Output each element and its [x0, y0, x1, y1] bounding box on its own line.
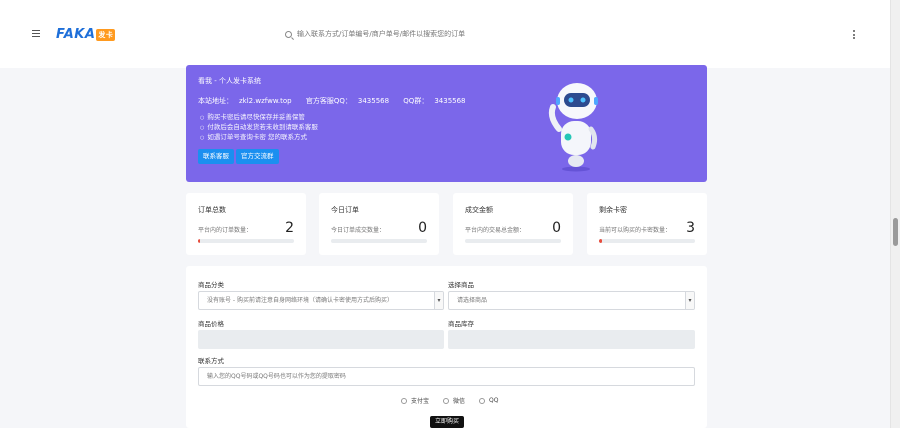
contact-label: 联系方式 [198, 357, 224, 365]
payment-label: 微信 [453, 398, 466, 405]
contact-service-button[interactable]: 联系客服 [198, 149, 234, 164]
stat-desc: 今日订单成交数量： [331, 227, 386, 234]
stat-card-revenue: 成交金额 平台内的交易总金额： 0 [453, 193, 573, 255]
payment-wechat[interactable]: 微信 [443, 396, 465, 405]
stat-value: 3 [686, 220, 695, 236]
stat-card-remaining: 剩余卡密 当前可以购买的卡密数量： 3 [587, 193, 707, 255]
stat-desc: 当前可以购买的卡密数量： [599, 227, 672, 234]
site-logo[interactable]: FAKA 发卡 [56, 27, 116, 42]
stat-progress [599, 239, 695, 243]
contact-input[interactable]: 输入您的QQ号码或QQ号码也可以作为您的提取密码 [198, 367, 695, 386]
banner-note: 付款后会自动发货若未收到请联系客服 [207, 123, 318, 133]
stat-label: 订单总数 [198, 206, 226, 214]
category-select[interactable]: 没有账号 - 购买前请注意自身网络环境（请确认卡密使用方式后购买） ▾ [198, 291, 444, 310]
stat-label: 成交金额 [465, 206, 493, 214]
search-input[interactable] [297, 30, 557, 38]
search-bar [285, 30, 557, 38]
chevron-down-icon: ▾ [434, 292, 443, 309]
more-options-icon[interactable] [853, 30, 856, 41]
payment-alipay[interactable]: 支付宝 [401, 396, 429, 405]
payment-label: QQ [489, 397, 499, 404]
payment-methods: 支付宝 微信 QQ [401, 396, 498, 405]
product-selected: 请选择商品 [457, 297, 488, 304]
banner-note: 如遇订单号查询卡密 您的联系方式 [207, 133, 318, 143]
payment-qq[interactable]: QQ [479, 396, 498, 405]
category-label: 商品分类 [198, 281, 224, 289]
product-label: 选择商品 [448, 281, 474, 289]
stat-progress [198, 239, 294, 243]
stat-progress-fill [198, 239, 200, 243]
banner-contact-line: 本站地址： zkl2.wzfww.top 官方客服QQ： 3435568 QQ群： 3… [198, 96, 478, 106]
stock-label: 商品库存 [448, 320, 474, 328]
banner-notes: 购买卡密后请尽快保存并妥善保管 付款后会自动发货若未收到请联系客服 如遇订单号查… [207, 113, 318, 143]
site-url-label: 本站地址： [198, 97, 233, 105]
stat-value: 2 [285, 220, 294, 236]
page-scrollbar[interactable] [890, 0, 900, 428]
radio-icon[interactable] [401, 397, 407, 404]
qq-group-label: QQ群： [403, 97, 429, 105]
price-field [198, 330, 444, 349]
stat-label: 剩余卡密 [599, 206, 627, 214]
robot-illustration [548, 83, 598, 172]
stock-field [448, 330, 695, 349]
stat-value: 0 [552, 220, 561, 236]
announcement-banner: 看我 - 个人发卡系统 本站地址： zkl2.wzfww.top 官方客服QQ： 3… [186, 65, 707, 182]
category-selected: 没有账号 - 购买前请注意自身网络环境（请确认卡密使用方式后购买） [207, 297, 393, 304]
banner-note: 购买卡密后请尽快保存并妥善保管 [207, 113, 318, 123]
hamburger-menu-icon[interactable] [32, 30, 40, 38]
radio-icon[interactable] [443, 397, 450, 404]
official-group-button[interactable]: 官方交流群 [236, 149, 279, 164]
qq-official-label: 官方客服QQ： [305, 97, 352, 105]
stat-value: 0 [418, 220, 427, 236]
qq-group: 3435568 [434, 97, 466, 105]
buy-now-button[interactable]: 立即购买 [430, 416, 464, 428]
logo-badge: 发卡 [96, 28, 116, 41]
logo-text: FAKA [56, 27, 96, 42]
radio-icon[interactable] [479, 397, 486, 404]
purchase-form: 商品分类 没有账号 - 购买前请注意自身网络环境（请确认卡密使用方式后购买） ▾… [186, 266, 707, 428]
site-url: zkl2.wzfww.top [239, 97, 292, 105]
chevron-down-icon: ▾ [685, 292, 694, 309]
price-label: 商品价格 [198, 320, 224, 328]
stat-desc: 平台内的订单数量： [198, 227, 253, 234]
stat-card-orders: 订单总数 平台内的订单数量： 2 [186, 193, 306, 255]
stat-label: 今日订单 [331, 206, 359, 214]
stat-progress [331, 239, 427, 243]
stat-progress-fill [599, 239, 602, 243]
search-icon[interactable] [285, 30, 292, 38]
stat-desc: 平台内的交易总金额： [465, 227, 526, 234]
payment-label: 支付宝 [411, 398, 430, 405]
product-select[interactable]: 请选择商品 ▾ [448, 291, 695, 310]
qq-official: 3435568 [357, 97, 390, 105]
scrollbar-thumb[interactable] [893, 218, 898, 246]
top-navbar: FAKA 发卡 [0, 0, 890, 68]
stat-card-today: 今日订单 今日订单成交数量： 0 [319, 193, 439, 255]
contact-placeholder: 输入您的QQ号码或QQ号码也可以作为您的提取密码 [207, 373, 346, 380]
stat-progress [465, 239, 561, 243]
banner-title: 看我 - 个人发卡系统 [198, 77, 261, 85]
